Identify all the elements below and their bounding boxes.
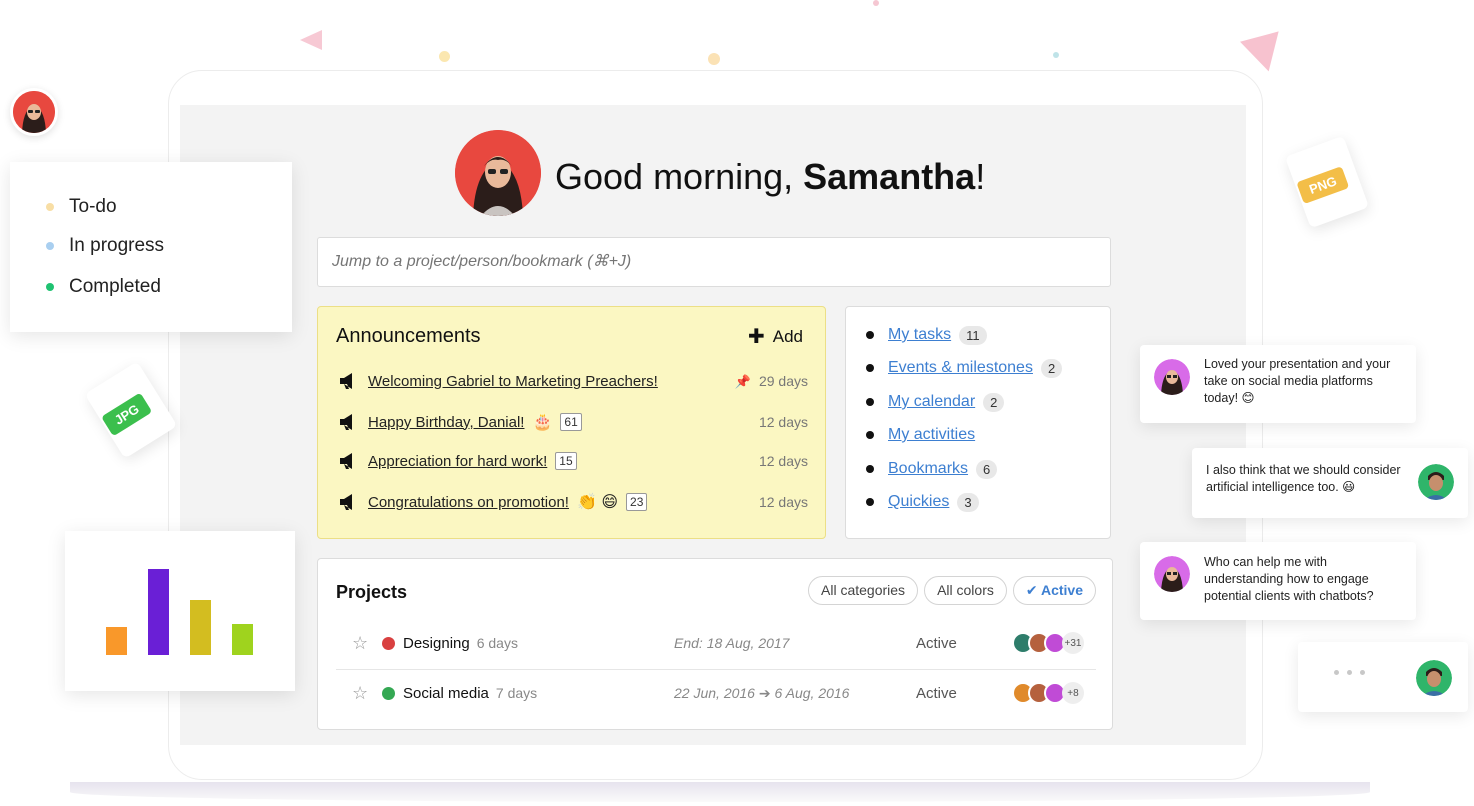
project-date: End: 18 Aug, 2017 xyxy=(674,635,790,651)
star-icon[interactable]: ☆ xyxy=(352,633,372,653)
chat-message: I also think that we should consider art… xyxy=(1192,448,1468,518)
bar-1 xyxy=(106,627,127,655)
project-name[interactable]: Designing xyxy=(403,635,470,652)
more-members-count: +31 xyxy=(1062,632,1084,654)
quick-link-bookmarks: Bookmarks 6 xyxy=(866,457,998,481)
chat-avatar xyxy=(1154,359,1190,395)
quick-link-my-tasks: My tasks 11 xyxy=(866,323,987,347)
table-row[interactable]: ☆ Social media 7 days 22 Jun, 2016 ➔ 6 A… xyxy=(336,669,1096,717)
count-badge: 2 xyxy=(1040,358,1063,378)
table-row[interactable]: ☆ Designing 6 days End: 18 Aug, 2017 Act… xyxy=(336,619,1096,667)
chat-avatar xyxy=(1418,464,1454,500)
megaphone-icon xyxy=(340,414,352,430)
legend-item: To-do xyxy=(46,196,117,218)
project-duration: 7 days xyxy=(495,685,538,701)
legend-item: In progress xyxy=(46,235,164,257)
clap-emoji-icon: 👏 😄 xyxy=(576,494,619,511)
typing-indicator-bubble xyxy=(1298,642,1468,712)
project-color-dot xyxy=(382,636,395,650)
floating-avatar xyxy=(10,88,58,136)
bar-2 xyxy=(148,569,169,655)
filter-all-colors[interactable]: All colors xyxy=(924,576,1007,605)
comment-count[interactable]: 15 xyxy=(555,452,577,470)
add-announcement-button[interactable]: ✚ Add xyxy=(748,327,803,347)
project-status: Active xyxy=(916,684,957,702)
bar-4 xyxy=(232,624,253,655)
megaphone-icon xyxy=(340,373,352,389)
megaphone-icon xyxy=(340,494,352,510)
announcement-item: Appreciation for hard work! 15 12 days xyxy=(338,449,808,473)
project-date: 22 Jun, 2016 ➔ 6 Aug, 2016 xyxy=(674,684,850,701)
filter-all-categories[interactable]: All categories xyxy=(808,576,919,605)
chat-message: Loved your presentation and your take on… xyxy=(1140,345,1416,423)
projects-title: Projects xyxy=(336,582,408,602)
confetti-triangle xyxy=(1240,31,1288,77)
confetti-dot xyxy=(873,0,879,6)
bar-chart-card xyxy=(65,531,295,691)
project-color-dot xyxy=(382,686,395,700)
confetti-dot xyxy=(708,53,720,65)
star-icon[interactable]: ☆ xyxy=(352,683,372,703)
project-members[interactable]: +31 xyxy=(1012,632,1084,654)
confetti-triangle xyxy=(300,30,322,50)
check-icon: ✔ xyxy=(1025,582,1041,598)
megaphone-icon xyxy=(340,453,352,469)
projects-panel: Projects All categories All colors ✔ Act… xyxy=(317,558,1113,730)
quick-link-quickies: Quickies 3 xyxy=(866,490,979,514)
announcement-item: Congratulations on promotion! 👏 😄 23 12 … xyxy=(338,490,808,514)
chat-message: Who can help me with understanding how t… xyxy=(1140,542,1416,620)
announcement-link[interactable]: Congratulations on promotion! xyxy=(368,494,569,511)
announcement-item: Happy Birthday, Danial! 🎂 61 12 days xyxy=(338,410,808,434)
project-status: Active xyxy=(916,634,957,652)
project-duration: 6 days xyxy=(476,635,518,651)
quick-link-events: Events & milestones 2 xyxy=(866,356,1063,380)
laptop-base xyxy=(70,782,1370,802)
project-name[interactable]: Social media xyxy=(403,685,489,702)
project-filters: All categories All colors ✔ Active xyxy=(808,576,1096,605)
project-members[interactable]: +8 xyxy=(1012,682,1084,704)
cake-emoji-icon: 🎂 xyxy=(532,414,553,431)
jump-search-input[interactable] xyxy=(317,237,1111,287)
quick-link-activities: My activities xyxy=(866,423,975,447)
jpg-file-icon: JPG xyxy=(84,361,178,459)
confetti-dot xyxy=(1053,52,1059,58)
more-members-count: +8 xyxy=(1062,682,1084,704)
announcement-item: Welcoming Gabriel to Marketing Preachers… xyxy=(338,369,808,393)
announcements-title: Announcements xyxy=(336,325,481,347)
count-badge: 2 xyxy=(983,392,1005,412)
announcement-link[interactable]: Happy Birthday, Danial! xyxy=(368,414,524,431)
count-badge: 6 xyxy=(976,459,998,479)
png-file-icon: PNG xyxy=(1284,135,1370,229)
user-avatar[interactable] xyxy=(455,130,541,216)
plus-icon: ✚ xyxy=(747,326,765,348)
quick-link-calendar: My calendar 2 xyxy=(866,390,1005,414)
bar-3 xyxy=(190,600,211,655)
bar-chart xyxy=(106,569,253,655)
count-badge: 3 xyxy=(957,492,979,512)
comment-count[interactable]: 23 xyxy=(626,493,648,511)
announcement-link[interactable]: Welcoming Gabriel to Marketing Preachers… xyxy=(368,373,658,390)
quick-links-panel: My tasks 11 Events & milestones 2 My cal… xyxy=(845,306,1111,539)
pin-icon: 📌 xyxy=(734,373,751,389)
comment-count[interactable]: 61 xyxy=(560,413,582,431)
announcements-panel: Announcements ✚ Add Welcoming Gabriel to… xyxy=(317,306,826,539)
chat-avatar xyxy=(1154,556,1190,592)
count-badge: 11 xyxy=(959,325,987,345)
confetti-dot xyxy=(439,51,450,62)
status-legend-card: To-do In progress Completed xyxy=(10,162,292,332)
announcement-link[interactable]: Appreciation for hard work! xyxy=(368,453,547,470)
legend-item: Completed xyxy=(46,276,161,298)
filter-active[interactable]: ✔ Active xyxy=(1012,576,1096,605)
greeting-heading: Good morning, Samantha! xyxy=(555,156,986,197)
chat-avatar xyxy=(1416,660,1452,696)
typing-dots-icon xyxy=(1334,670,1365,675)
